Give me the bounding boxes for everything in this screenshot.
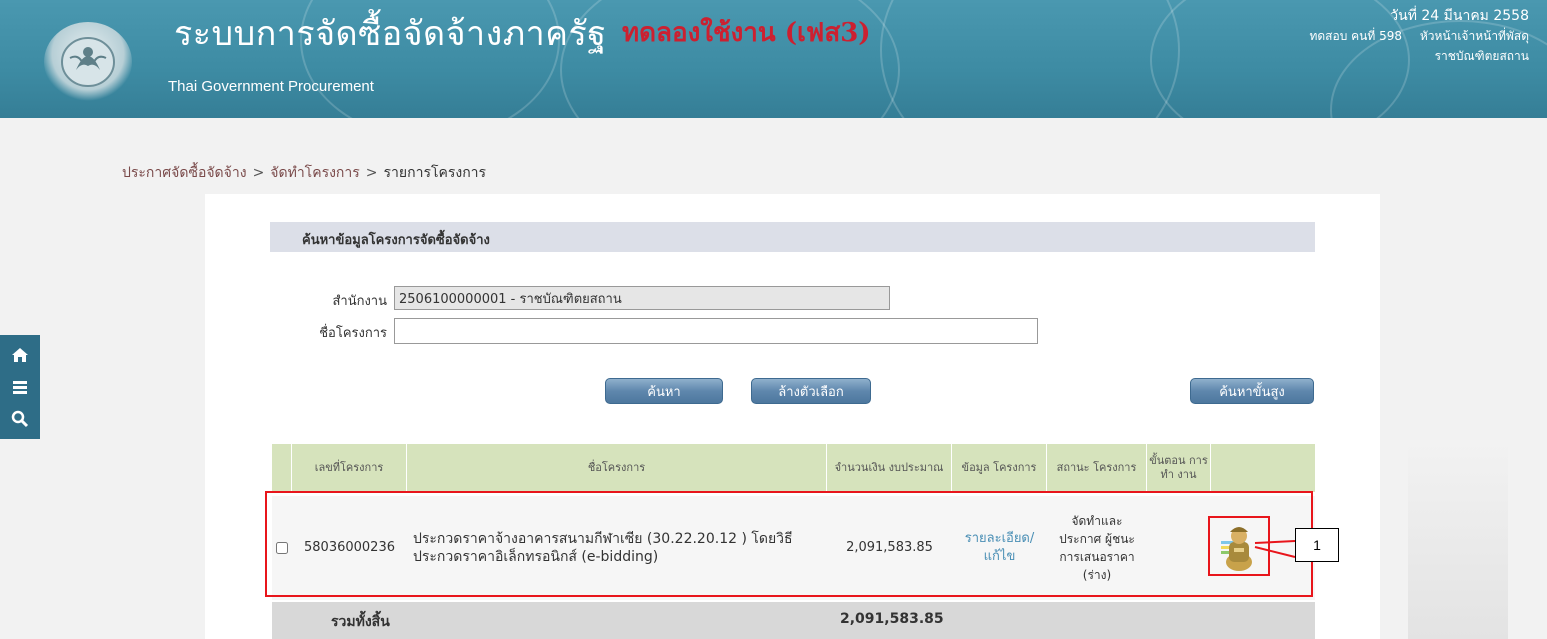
home-icon (12, 348, 28, 362)
header-extra (1211, 444, 1315, 492)
search-panel: ค้นหาข้อมูลโครงการจัดซื้อจัดจ้าง สำนักงา… (205, 194, 1380, 639)
row-details-link[interactable]: รายละเอียด/ แก้ไข (952, 496, 1047, 600)
total-value: 2,091,583.85 (840, 611, 944, 627)
total-row: รวมทั้งสิ้น 2,091,583.85 (272, 602, 1315, 639)
breadcrumb: ประกาศจัดซื้อจัดจ้าง > จัดทำโครงการ > รายการ… (122, 162, 486, 184)
row-checkbox[interactable] (276, 542, 288, 554)
menu-button[interactable] (6, 373, 34, 401)
header-project-name: ชื่อโครงการ (407, 444, 827, 492)
search-button[interactable] (6, 405, 34, 433)
background-decoration (1408, 440, 1508, 639)
agency-label: สำนักงาน (332, 294, 387, 309)
header-budget: จำนวนเงิน งบประมาณ (827, 444, 952, 492)
workflow-step-button[interactable] (1208, 516, 1270, 576)
user-row: ทดสอบ คนที่ 598 หัวหน้าเจ้าหน้าที่พัสดุ (1295, 26, 1529, 46)
clear-options-button[interactable]: ล้างตัวเลือก (751, 378, 871, 404)
total-label: รวมทั้งสิ้น (331, 614, 390, 630)
row-project-no: 58036000236 (304, 540, 395, 555)
row-status: จัดทำและ ประกาศ ผู้ชนะ การเสนอราคา (ร่าง… (1059, 514, 1135, 582)
advanced-search-button[interactable]: ค้นหาขั้นสูง (1190, 378, 1314, 404)
row-checkbox-cell (272, 496, 292, 600)
breadcrumb-project-list: รายการโครงการ (383, 165, 487, 181)
garuda-logo[interactable] (44, 22, 132, 102)
header-ornament (880, 0, 1180, 118)
breadcrumb-separator: > (252, 165, 265, 181)
table-header: เลขที่โครงการ ชื่อโครงการ จำนวนเงิน งบปร… (272, 444, 1315, 492)
user-role: หัวหน้าเจ้าหน้าที่พัสดุ (1419, 29, 1529, 43)
agency-field[interactable] (394, 286, 890, 310)
header-step: ขั้นตอน การทำ งาน (1147, 444, 1211, 492)
test-phase-label: ทดลองใช้งาน (เฟส3) (622, 18, 871, 48)
app-header: ระบบการจัดซื้อจัดจ้างภาครัฐ ทดลองใช้งาน … (0, 0, 1547, 118)
garuda-emblem-icon (61, 37, 115, 87)
callout-label: 1 (1295, 528, 1339, 562)
menu-icon (13, 381, 27, 394)
app-title-english: Thai Government Procurement (168, 78, 374, 95)
home-button[interactable] (6, 341, 34, 369)
user-info: วันที่ 24 มีนาคม 2558 ทดสอบ คนที่ 598 หั… (1295, 6, 1529, 66)
project-name-input[interactable] (394, 318, 1038, 344)
row-budget: 2,091,583.85 (846, 540, 933, 555)
row-step-cell (1147, 496, 1211, 600)
worker-icon (1226, 527, 1252, 571)
search-submit-button[interactable]: ค้นหา (605, 378, 723, 404)
header-checkbox-column (272, 444, 292, 492)
project-name-label: ชื่อโครงการ (319, 326, 387, 341)
search-icon (11, 410, 29, 428)
panel-title: ค้นหาข้อมูลโครงการจัดซื้อจัดจ้าง (270, 222, 1315, 252)
current-date: วันที่ 24 มีนาคม 2558 (1390, 8, 1529, 24)
header-status: สถานะ โครงการ (1047, 444, 1147, 492)
header-project-info: ข้อมูล โครงการ (952, 444, 1047, 492)
breadcrumb-create-project[interactable]: จัดทำโครงการ (270, 165, 359, 181)
header-project-no: เลขที่โครงการ (292, 444, 407, 492)
breadcrumb-separator: > (365, 165, 378, 181)
user-agency: ราชบัณฑิตยสถาน (1434, 49, 1529, 63)
breadcrumb-procurement[interactable]: ประกาศจัดซื้อจัดจ้าง (122, 165, 247, 181)
row-project-name: ประกวดราคาจ้างอาคารสนามกีฬาเซีย (30.22.2… (413, 531, 793, 565)
side-toolbar (0, 335, 40, 439)
table-row: 58036000236 ประกวดราคาจ้างอาคารสนามกีฬาเ… (272, 496, 1315, 600)
app-title-thai: ระบบการจัดซื้อจัดจ้างภาครัฐ (174, 14, 607, 54)
user-name[interactable]: ทดสอบ คนที่ 598 (1309, 29, 1402, 43)
